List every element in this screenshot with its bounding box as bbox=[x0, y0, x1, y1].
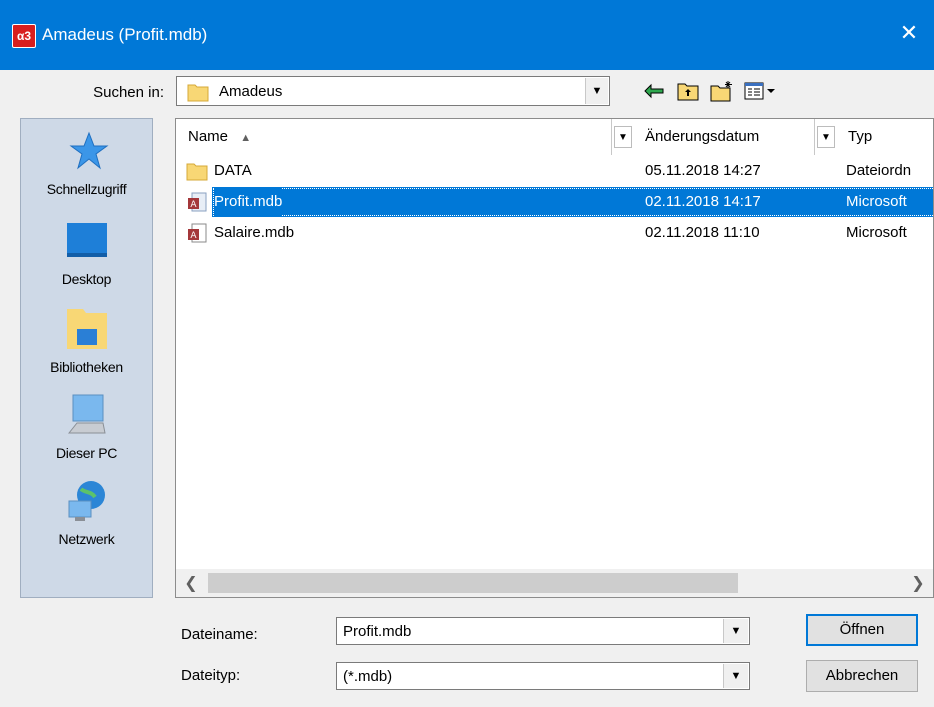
lookin-label: Suchen in: bbox=[93, 84, 164, 101]
place-label: Schnellzugriff bbox=[46, 181, 127, 197]
column-header: Name ▲ ▼ Änderungsdatum ▼ Typ bbox=[176, 119, 933, 155]
place-bibliotheken[interactable]: Bibliotheken bbox=[21, 307, 152, 375]
place-label: Dieser PC bbox=[55, 445, 118, 461]
selection-highlight bbox=[212, 187, 933, 217]
file-date: 02.11.2018 14:17 bbox=[645, 193, 761, 210]
sort-ascending-icon: ▲ bbox=[240, 132, 252, 144]
filename-input[interactable]: Profit.mdb ▼ bbox=[336, 617, 750, 645]
scroll-left-icon[interactable]: ❮ bbox=[176, 569, 206, 597]
view-list-icon bbox=[744, 82, 775, 100]
toolbar bbox=[640, 76, 778, 106]
column-name-dropdown[interactable]: ▼ bbox=[614, 126, 632, 148]
new-folder-button[interactable] bbox=[708, 77, 736, 105]
place-netzwerk[interactable]: Netzwerk bbox=[21, 479, 152, 547]
file-name: Profit.mdb bbox=[214, 187, 283, 217]
file-row-data[interactable]: DATA 05.11.2018 14:27 Dateiordn bbox=[176, 156, 933, 186]
computer-icon bbox=[65, 393, 109, 437]
column-date-dropdown[interactable]: ▼ bbox=[817, 126, 835, 148]
chevron-down-icon[interactable]: ▼ bbox=[585, 78, 608, 104]
network-icon bbox=[65, 479, 109, 523]
window-title: Amadeus (Profit.mdb) bbox=[42, 25, 208, 44]
file-type: Microsoft bbox=[846, 224, 907, 241]
column-type-label: Typ bbox=[848, 128, 873, 145]
access-db-icon: A bbox=[188, 192, 207, 212]
place-label: Desktop bbox=[61, 271, 112, 287]
new-folder-icon bbox=[710, 81, 732, 102]
file-row-profit[interactable]: A Profit.mdb 02.11.2018 14:17 Microsoft bbox=[176, 187, 933, 217]
back-arrow-icon bbox=[644, 83, 664, 99]
folder-icon bbox=[186, 163, 208, 181]
chevron-down-icon[interactable]: ▼ bbox=[723, 664, 748, 688]
place-desktop[interactable]: Desktop bbox=[21, 219, 152, 287]
lookin-combo[interactable]: Amadeus ▼ bbox=[176, 76, 610, 106]
view-menu-button[interactable] bbox=[742, 77, 778, 105]
up-folder-icon bbox=[677, 83, 699, 101]
access-db-icon: A bbox=[188, 223, 207, 243]
file-row-salaire[interactable]: A Salaire.mdb 02.11.2018 11:10 Microsoft bbox=[176, 218, 933, 248]
place-label: Bibliotheken bbox=[50, 359, 123, 375]
place-dieser-pc[interactable]: Dieser PC bbox=[21, 393, 152, 461]
filetype-label: Dateityp: bbox=[181, 667, 241, 684]
svg-text:A: A bbox=[190, 200, 197, 210]
close-button[interactable]: ✕ bbox=[894, 18, 924, 48]
lookin-value: Amadeus bbox=[219, 83, 283, 100]
file-type: Microsoft bbox=[846, 193, 907, 210]
filetype-value: (*.mdb) bbox=[343, 668, 393, 685]
library-icon bbox=[65, 307, 109, 351]
file-type: Dateiordn bbox=[846, 162, 912, 179]
places-bar: Schnellzugriff Desktop Bibliotheken Dies… bbox=[20, 118, 153, 598]
folder-icon bbox=[187, 82, 209, 106]
file-date: 05.11.2018 14:27 bbox=[645, 162, 761, 179]
column-name[interactable]: Name ▲ bbox=[176, 119, 612, 155]
place-schnellzugriff[interactable]: Schnellzugriff bbox=[21, 129, 152, 197]
up-folder-button[interactable] bbox=[674, 77, 702, 105]
cancel-button[interactable]: Abbrechen bbox=[806, 660, 918, 692]
column-name-label: Name bbox=[188, 128, 229, 145]
title-bar: α3 Amadeus (Profit.mdb) ✕ bbox=[0, 0, 934, 70]
column-date[interactable]: Änderungsdatum bbox=[633, 119, 815, 155]
file-list[interactable]: Name ▲ ▼ Änderungsdatum ▼ Typ DATA 05.11… bbox=[175, 118, 934, 598]
file-date: 02.11.2018 11:10 bbox=[645, 224, 760, 241]
scroll-right-icon[interactable]: ❯ bbox=[903, 569, 933, 597]
filename-label: Dateiname: bbox=[181, 626, 258, 643]
file-name: DATA bbox=[214, 162, 252, 179]
star-icon bbox=[65, 129, 109, 173]
open-button[interactable]: Öffnen bbox=[806, 614, 918, 646]
horizontal-scrollbar[interactable]: ❮ ❯ bbox=[176, 569, 933, 597]
back-button[interactable] bbox=[640, 77, 668, 105]
column-type[interactable]: Typ bbox=[836, 119, 933, 155]
scrollbar-thumb[interactable] bbox=[208, 573, 738, 593]
filetype-select[interactable]: (*.mdb) ▼ bbox=[336, 662, 750, 690]
desktop-icon bbox=[65, 219, 109, 263]
column-date-label: Änderungsdatum bbox=[645, 128, 760, 145]
place-label: Netzwerk bbox=[58, 531, 115, 547]
filename-value: Profit.mdb bbox=[343, 623, 412, 640]
app-icon: α3 bbox=[12, 24, 36, 48]
svg-text:A: A bbox=[190, 231, 197, 241]
file-name: Salaire.mdb bbox=[214, 224, 295, 241]
chevron-down-icon[interactable]: ▼ bbox=[723, 619, 748, 643]
